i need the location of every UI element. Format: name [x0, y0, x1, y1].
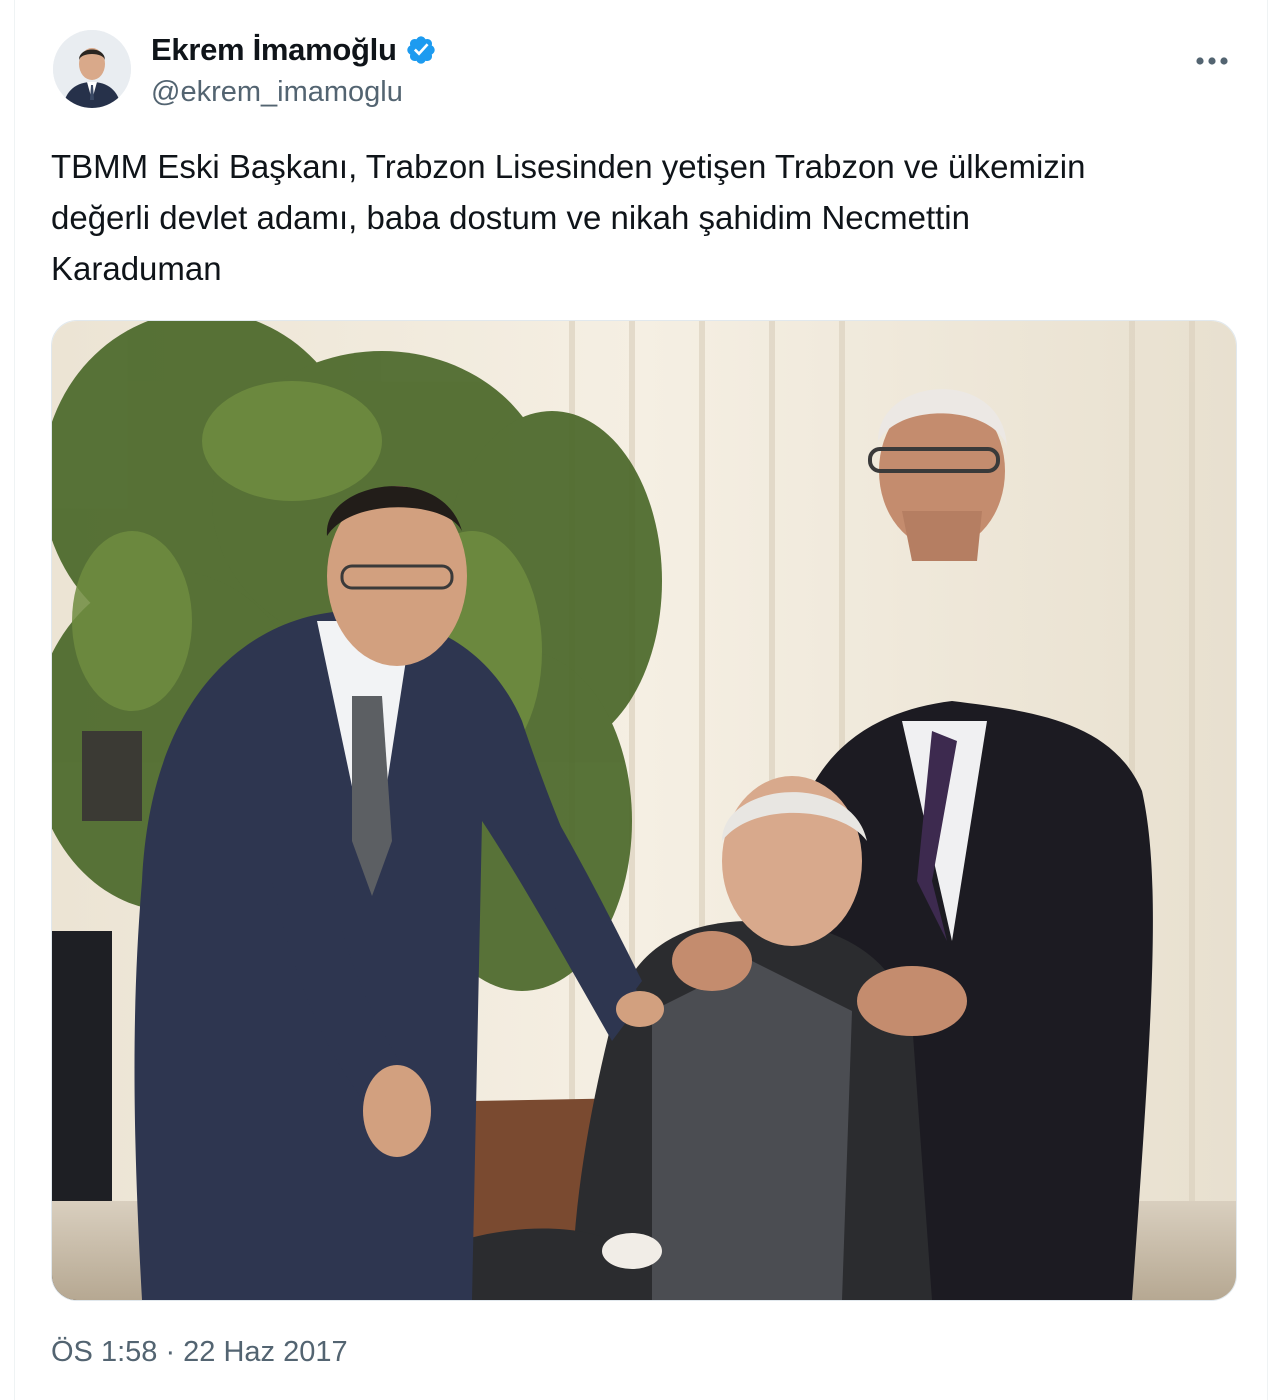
tweet-photo[interactable] — [51, 320, 1237, 1301]
author-name-row: Ekrem İmamoğlu — [151, 32, 437, 68]
more-button[interactable] — [1191, 46, 1233, 76]
tweet-timestamp[interactable]: ÖS 1:58 · 22 Haz 2017 — [51, 1336, 348, 1369]
photo-three-men — [52, 321, 1236, 1300]
avatar-photo — [53, 30, 131, 108]
more-icon — [1196, 57, 1228, 65]
avatar[interactable] — [53, 30, 131, 108]
verified-badge-icon — [406, 36, 435, 64]
author-display-name[interactable]: Ekrem İmamoğlu — [151, 32, 397, 68]
tweet-card: Ekrem İmamoğlu @ekrem_imamoglu TBMM Eski… — [14, 0, 1268, 1400]
author-handle[interactable]: @ekrem_imamoglu — [151, 76, 403, 109]
tweet-text: TBMM Eski Başkanı, Trabzon Lisesinden ye… — [51, 148, 1086, 287]
tweet-header: Ekrem İmamoğlu @ekrem_imamoglu — [53, 26, 1267, 126]
